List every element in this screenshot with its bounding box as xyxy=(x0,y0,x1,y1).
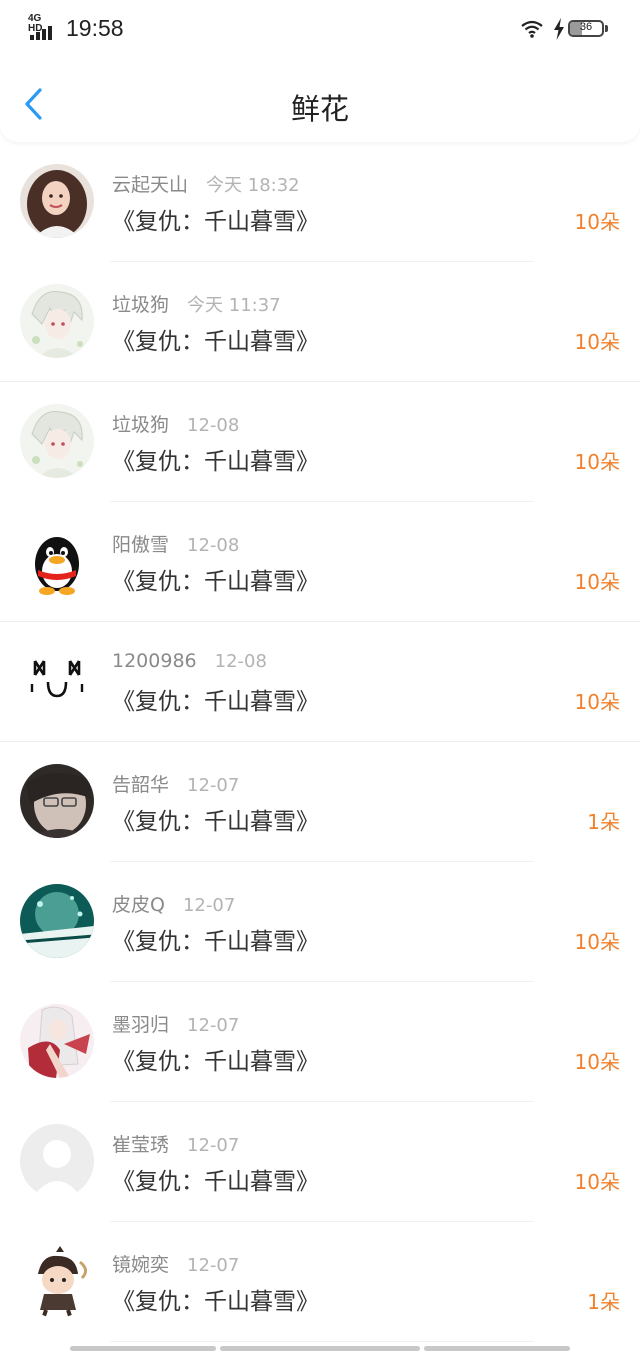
timestamp: 今天 11:37 xyxy=(187,295,281,316)
status-time: 19:58 xyxy=(66,15,124,41)
gift-meta: 镜婉奕 12-07 xyxy=(112,1250,239,1277)
penguin-avatar xyxy=(20,524,94,598)
gift-row[interactable]: 崔莹琇 12-07 《复仇：千山暮雪》 10朵 xyxy=(0,1102,640,1222)
emoticon-avatar xyxy=(20,644,94,718)
home-indicator xyxy=(70,1346,570,1351)
photo-avatar-dark xyxy=(20,764,94,838)
wifi-icon xyxy=(521,20,543,38)
gift-meta: 垃圾狗 12-08 xyxy=(112,410,239,437)
gift-row[interactable]: 告韶华 12-07 《复仇：千山暮雪》 1朵 xyxy=(0,742,640,862)
avatar[interactable] xyxy=(20,164,94,238)
book-title: 《复仇：千山暮雪》 xyxy=(112,449,319,475)
book-title: 《复仇：千山暮雪》 xyxy=(112,809,319,835)
gift-row[interactable]: 阳傲雪 12-08 《复仇：千山暮雪》 10朵 xyxy=(0,502,640,622)
book-title: 《复仇：千山暮雪》 xyxy=(112,689,319,715)
gift-meta: 告韶华 12-07 xyxy=(112,770,239,797)
book-title: 《复仇：千山暮雪》 xyxy=(112,1169,319,1195)
scenery-avatar-teal xyxy=(20,884,94,958)
timestamp: 12-07 xyxy=(182,895,236,916)
avatar[interactable] xyxy=(20,644,94,718)
username[interactable]: 镜婉奕 xyxy=(112,1254,169,1276)
gift-row[interactable]: 垃圾狗 今天 11:37 《复仇：千山暮雪》 10朵 xyxy=(0,262,640,382)
avatar[interactable] xyxy=(20,884,94,958)
gift-row[interactable]: 垃圾狗 12-08 《复仇：千山暮雪》 10朵 xyxy=(0,382,640,502)
charging-icon xyxy=(554,18,564,40)
flower-quantity: 1朵 xyxy=(587,1290,620,1314)
battery-tip xyxy=(605,25,608,32)
book-title: 《复仇：千山暮雪》 xyxy=(112,209,319,235)
flower-quantity: 10朵 xyxy=(574,210,620,234)
book-title: 《复仇：千山暮雪》 xyxy=(112,569,319,595)
flower-quantity: 10朵 xyxy=(574,450,620,474)
gift-list: 云起天山 今天 18:32 《复仇：千山暮雪》 10朵 垃圾狗 今天 11:37 《复仇：千… xyxy=(0,142,640,1342)
timestamp: 12-08 xyxy=(187,535,240,556)
timestamp: 12-07 xyxy=(187,1135,240,1156)
username[interactable]: 皮皮Q xyxy=(112,894,165,916)
flower-quantity: 1朵 xyxy=(587,810,620,834)
avatar[interactable] xyxy=(20,1124,94,1198)
gift-row[interactable]: 1200986 12-08 《复仇：千山暮雪》 10朵 xyxy=(0,622,640,742)
timestamp: 12-08 xyxy=(187,415,240,436)
gift-meta: 崔莹琇 12-07 xyxy=(112,1130,239,1157)
gift-meta: 墨羽归 12-07 xyxy=(112,1010,239,1037)
book-title: 《复仇：千山暮雪》 xyxy=(112,929,319,955)
anime-avatar-white-hair xyxy=(20,404,94,478)
username[interactable]: 垃圾狗 xyxy=(112,414,169,436)
username[interactable]: 墨羽归 xyxy=(112,1014,169,1036)
signal-icon: 4G HD xyxy=(28,14,58,40)
username[interactable]: 1200986 xyxy=(112,650,197,672)
gift-meta: 1200986 12-08 xyxy=(112,650,267,672)
flower-quantity: 10朵 xyxy=(574,930,620,954)
username[interactable]: 垃圾狗 xyxy=(112,294,169,316)
default-avatar xyxy=(20,1124,94,1198)
timestamp: 12-07 xyxy=(187,1255,240,1276)
book-title: 《复仇：千山暮雪》 xyxy=(112,329,319,355)
status-bar: 4G HD 19:58 36 xyxy=(0,0,640,56)
avatar[interactable] xyxy=(20,524,94,598)
flower-quantity: 10朵 xyxy=(574,570,620,594)
timestamp: 12-07 xyxy=(187,775,240,796)
avatar[interactable] xyxy=(20,284,94,358)
battery-icon: 36 xyxy=(568,20,604,37)
avatar[interactable] xyxy=(20,404,94,478)
book-title: 《复仇：千山暮雪》 xyxy=(112,1049,319,1075)
gift-row[interactable]: 镜婉奕 12-07 《复仇：千山暮雪》 1朵 xyxy=(0,1222,640,1342)
gift-meta: 阳傲雪 12-08 xyxy=(112,530,239,557)
cartoon-avatar xyxy=(20,1244,94,1318)
gift-meta: 云起天山 今天 18:32 xyxy=(112,170,300,197)
flower-quantity: 10朵 xyxy=(574,1050,620,1074)
anime-avatar-white-hair xyxy=(20,284,94,358)
gift-row[interactable]: 皮皮Q 12-07 《复仇：千山暮雪》 10朵 xyxy=(0,862,640,982)
nav-bar: 鲜花 xyxy=(0,56,640,142)
row-divider xyxy=(110,1341,534,1342)
username[interactable]: 阳傲雪 xyxy=(112,534,169,556)
username[interactable]: 云起天山 xyxy=(112,174,188,196)
battery-level: 36 xyxy=(579,21,593,33)
username[interactable]: 崔莹琇 xyxy=(112,1134,169,1156)
avatar[interactable] xyxy=(20,1004,94,1078)
flower-quantity: 10朵 xyxy=(574,330,620,354)
photo-avatar-girl xyxy=(20,164,94,238)
gift-row[interactable]: 墨羽归 12-07 《复仇：千山暮雪》 10朵 xyxy=(0,982,640,1102)
gift-row[interactable]: 云起天山 今天 18:32 《复仇：千山暮雪》 10朵 xyxy=(0,142,640,262)
username[interactable]: 告韶华 xyxy=(112,774,169,796)
timestamp: 12-07 xyxy=(187,1015,240,1036)
timestamp: 今天 18:32 xyxy=(206,175,300,196)
timestamp: 12-08 xyxy=(214,651,267,672)
gift-meta: 垃圾狗 今天 11:37 xyxy=(112,290,281,317)
flower-quantity: 10朵 xyxy=(574,690,620,714)
anime-avatar-red xyxy=(20,1004,94,1078)
avatar[interactable] xyxy=(20,764,94,838)
page-title: 鲜花 xyxy=(290,92,349,126)
flower-quantity: 10朵 xyxy=(574,1170,620,1194)
book-title: 《复仇：千山暮雪》 xyxy=(112,1289,319,1315)
avatar[interactable] xyxy=(20,1244,94,1318)
gift-meta: 皮皮Q 12-07 xyxy=(112,890,235,917)
